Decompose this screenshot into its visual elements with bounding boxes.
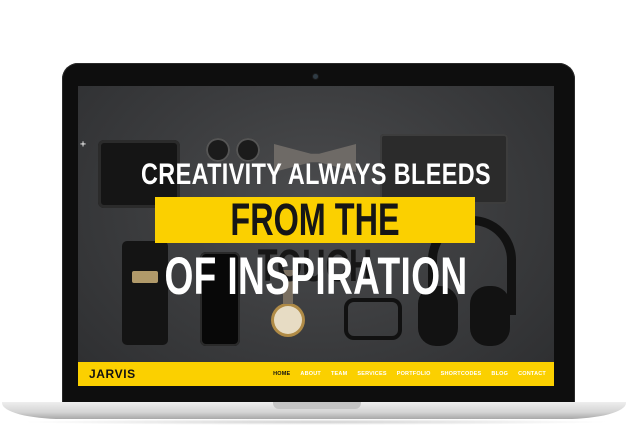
nav-item-contact[interactable]: CONTACT xyxy=(518,371,546,377)
laptop-screen: + CREATIVITY ALWAYS BLEEDS FROM THE TOUC… xyxy=(78,86,554,386)
nav-item-shortcodes[interactable]: SHORTCODES xyxy=(441,371,482,377)
webcam-icon xyxy=(313,74,318,79)
watch-image xyxy=(274,270,302,334)
hero-line-1: CREATIVITY ALWAYS BLEEDS xyxy=(140,158,492,191)
nav-item-portfolio[interactable]: PORTFOLIO xyxy=(397,371,431,377)
laptop-notch xyxy=(273,402,361,409)
nav-menu: HOME ABOUT TEAM SERVICES PORTFOLIO SHORT… xyxy=(273,362,546,386)
plus-icon[interactable]: + xyxy=(80,140,86,150)
hero-line-3: OF INSPIRATION xyxy=(164,247,468,306)
nav-item-about[interactable]: ABOUT xyxy=(300,371,321,377)
nav-item-home[interactable]: HOME xyxy=(273,371,290,377)
hero-line-2: FROM THE TOUCH xyxy=(230,194,400,291)
site-logo[interactable]: JARVIS xyxy=(89,362,136,386)
laptop-shadow xyxy=(20,419,612,425)
nav-item-blog[interactable]: BLOG xyxy=(491,371,508,377)
navigation-bar: JARVIS HOME ABOUT TEAM SERVICES PORTFOLI… xyxy=(78,362,554,386)
hero-highlight-box: FROM THE TOUCH xyxy=(155,194,475,291)
nav-item-services[interactable]: SERVICES xyxy=(357,371,386,377)
nav-item-team[interactable]: TEAM xyxy=(331,371,347,377)
